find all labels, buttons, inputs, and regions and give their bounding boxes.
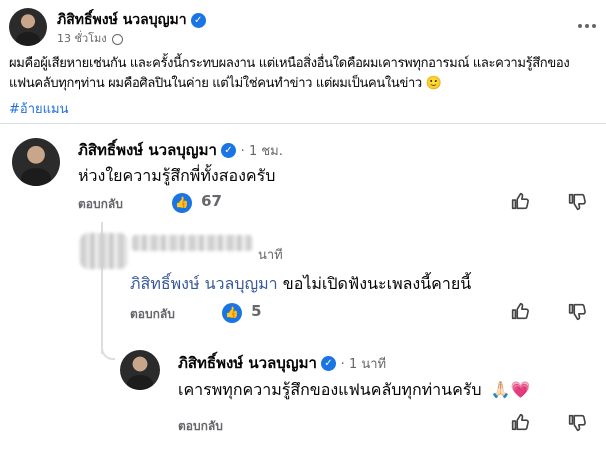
comment-1-like-count: 67 <box>201 192 222 210</box>
comment-3-time[interactable]: 1 นาที <box>349 357 386 372</box>
comment-3-author[interactable]: ภิสิทธิ์พงษ์ นวลบุญมา <box>178 354 317 372</box>
comment-2-body: ภิสิทธิ์พงษ์ นวลบุญมา ขอไม่เปิดฟังนะเพลง… <box>130 272 471 297</box>
comment-1-reply-button[interactable]: ตอบกลับ <box>78 195 123 214</box>
dot-separator: · <box>240 144 249 159</box>
blurred-avatar <box>80 233 128 269</box>
comment-2-text: ขอไม่เปิดฟังนะเพลงนี้คายนี้ <box>282 274 472 293</box>
comment-3-header: ภิสิทธิ์พงษ์ นวลบุญมา ✓ · 1 นาที <box>178 351 386 375</box>
comment-1-likes[interactable]: 👍 67 <box>172 191 222 213</box>
comment-2-likes[interactable]: 👍 5 <box>222 301 262 323</box>
thread-connector <box>101 330 115 360</box>
post-author-name[interactable]: ภิสิทธิ์พงษ์ นวลบุญมา <box>57 12 187 28</box>
hashtag-link[interactable]: #อ้ายแมน <box>9 98 68 119</box>
dot-separator: · <box>340 357 349 372</box>
comment-3-avatar[interactable] <box>120 350 160 390</box>
post-text-line-2: แฟนคลับทุกๆท่าน ผมคือศิลปินในค่าย แต่ไม่… <box>9 76 422 91</box>
dislike-button-icon[interactable] <box>566 191 588 217</box>
post-body: ผมคือผู้เสียหายเช่นกัน และครั้งนี้กระทบผ… <box>9 54 599 94</box>
comment-1-avatar[interactable] <box>12 138 60 186</box>
like-reaction-icon: 👍 <box>172 193 192 213</box>
post-timestamp[interactable]: 13 ชั่วโมง <box>57 32 107 45</box>
comment-2-like-count: 5 <box>251 302 262 320</box>
comment-3-text: เคารพทุกความรู้สึกของแฟนคลับทุกท่านครับ <box>178 380 482 399</box>
comment-3-reply-button[interactable]: ตอบกลับ <box>178 417 223 436</box>
post-text-line-1: ผมคือผู้เสียหายเช่นกัน และครั้งนี้กระทบผ… <box>9 56 570 71</box>
post-text-line-2-row: แฟนคลับทุกๆท่าน ผมคือศิลปินในค่าย แต่ไม่… <box>9 74 599 94</box>
post-timestamp-row: 13 ชั่วโมง <box>57 29 124 47</box>
verified-icon: ✓ <box>320 356 336 371</box>
dislike-button-icon[interactable] <box>566 412 588 438</box>
comment-1-author[interactable]: ภิสิทธิ์พงษ์ นวลบุญมา <box>78 141 217 159</box>
post-author-avatar[interactable] <box>9 8 47 46</box>
smile-emoji-icon: 🙂 <box>425 76 442 91</box>
like-button-icon[interactable] <box>509 190 531 216</box>
comment-1-time[interactable]: 1 ชม. <box>249 144 283 159</box>
verified-icon: ✓ <box>190 12 206 28</box>
like-button-icon[interactable] <box>509 300 531 326</box>
globe-icon <box>112 33 124 45</box>
like-reaction-icon: 👍 <box>222 303 242 323</box>
comment-2-mention[interactable]: ภิสิทธิ์พงษ์ นวลบุญมา <box>130 274 278 293</box>
blurred-author-name <box>132 235 252 251</box>
dislike-button-icon[interactable] <box>566 301 588 327</box>
post-author-row: ภิสิทธิ์พงษ์ นวลบุญมา ✓ <box>57 9 206 31</box>
comment-2-time[interactable]: นาที <box>258 244 283 265</box>
verified-icon: ✓ <box>220 143 236 158</box>
divider <box>0 123 606 124</box>
comment-2-reply-button[interactable]: ตอบกลับ <box>130 305 175 324</box>
comment-1-text: ห่วงใยความรู้สึกพี่ทั้งสองครับ <box>78 166 276 185</box>
comment-3-body: เคารพทุกความรู้สึกของแฟนคลับทุกท่านครับ … <box>178 378 531 403</box>
like-button-icon[interactable] <box>509 411 531 437</box>
pray-heart-emoji-icon: 🙏🏻💗 <box>490 380 531 399</box>
comment-1-header: ภิสิทธิ์พงษ์ นวลบุญมา ✓ · 1 ชม. <box>78 138 283 162</box>
more-options-icon[interactable] <box>575 16 599 28</box>
